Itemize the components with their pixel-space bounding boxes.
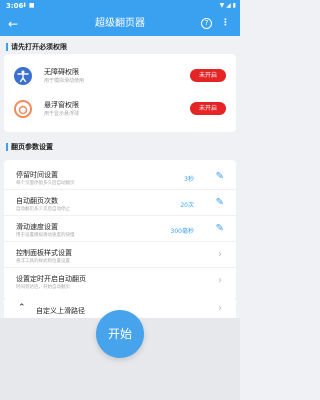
permission-row-accessibility: 无障碍权限 用于模拟滑动使用 未开启 [4,61,236,91]
edit-pencil-icon[interactable]: ✎ [216,223,224,234]
status-time: 3:06 [6,2,24,10]
overlay-label: 悬浮窗权限 [44,101,79,109]
overlay-enable-button[interactable]: 未开启 [190,102,226,115]
permission-row-overlay: 悬浮窗权限 用于显示悬浮球 未开启 [4,94,236,124]
chevron-right-icon: › [218,275,222,286]
permissions-section-title: 请先打开必须权限 [6,42,67,52]
start-button[interactable]: 开始 [96,310,144,358]
help-icon[interactable]: ? [201,18,212,29]
section-accent-bar [6,143,8,151]
settings-row-stay-time[interactable]: 停留时间设置 每个页面停留多久后自动翻页 3秒 ✎ [4,166,236,190]
notification-icons: ⬇ ■ [22,2,35,9]
accessibility-desc: 用于模拟滑动使用 [44,78,85,84]
status-bar: 3:06 ⬇ ■ ▼ ◢ ▮ [0,0,240,12]
settings-row-panel-style[interactable]: 控制面板样式设置 悬浮工具的样式和位置设置 › [4,244,236,268]
swipe-speed-label: 滑动速度设置 [16,223,58,231]
accessibility-label: 无障碍权限 [44,68,79,76]
permissions-card: 无障碍权限 用于模拟滑动使用 未开启 悬浮窗权限 用于显示悬浮球 未开启 [4,54,236,132]
more-menu-icon[interactable]: ⋮ [221,17,230,29]
settings-row-swipe-speed[interactable]: 滑动速度设置 用于设置模拟滑动速度的快慢 300毫秒 ✎ [4,218,236,242]
settings-row-timer[interactable]: 设置定时开启自动翻页 时间到达后，开始自动翻页 › [4,270,236,294]
panel-style-desc: 悬浮工具的样式和位置设置 [16,259,70,264]
swipe-speed-value: 300毫秒 [170,228,194,235]
auto-count-desc: 自动翻页多少次后自动停止 [16,207,70,212]
overlay-desc: 用于显示悬浮球 [44,111,80,117]
edit-pencil-icon[interactable]: ✎ [216,171,224,182]
auto-count-label: 自动翻页次数 [16,197,58,205]
chevron-right-icon: › [218,249,222,260]
settings-card: 停留时间设置 每个页面停留多久后自动翻页 3秒 ✎ 自动翻页次数 自动翻页多少次… [4,160,236,300]
system-icons: ▼ ◢ ▮ [219,2,236,9]
timer-label: 设置定时开启自动翻页 [16,275,86,283]
stay-time-value: 3秒 [184,176,194,183]
stay-time-desc: 每个页面停留多久后自动翻页 [16,181,75,186]
app-bar: ← 超级翻页器 ? ⋮ [0,12,240,36]
auto-count-value: 20次 [180,202,194,209]
settings-row-auto-count[interactable]: 自动翻页次数 自动翻页多少次后自动停止 20次 ✎ [4,192,236,216]
accessibility-enable-button[interactable]: 未开启 [190,69,226,82]
timer-desc: 时间到达后，开始自动翻页 [16,285,70,290]
custom-path-label: 自定义上滑路径 [36,307,85,315]
panel-style-label: 控制面板样式设置 [16,249,72,257]
edit-pencil-icon[interactable]: ✎ [216,197,224,208]
chevron-right-icon: › [218,303,222,314]
double-up-arrow-icon: ⌃ [18,303,26,313]
swipe-speed-desc: 用于设置模拟滑动速度的快慢 [16,233,75,238]
overlay-icon [14,100,32,118]
stay-time-label: 停留时间设置 [16,171,58,179]
accessibility-icon [14,67,32,85]
settings-section-title: 翻页参数设置 [6,142,53,152]
permissions-section-label: 请先打开必须权限 [11,43,67,51]
section-accent-bar [6,43,8,51]
settings-section-label: 翻页参数设置 [11,143,53,151]
